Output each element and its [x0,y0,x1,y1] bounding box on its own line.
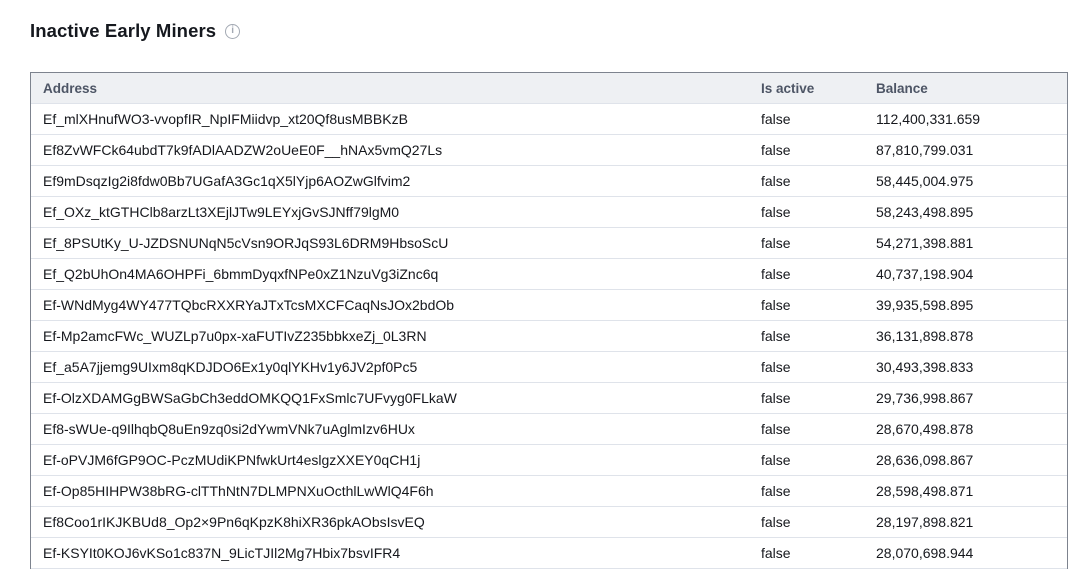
is-active-cell: false [761,266,876,282]
table-row: Ef_Q2bUhOn4MA6OHPFi_6bmmDyqxfNPe0xZ1NzuV… [31,259,1067,290]
table-row: Ef-WNdMyg4WY477TQbcRXXRYaJTxTcsMXCFCaqNs… [31,290,1067,321]
balance-cell: 87,810,799.031 [876,142,1067,158]
address-cell: Ef8ZvWFCk64ubdT7k9fADlAADZW2oUeE0F__hNAx… [31,142,761,158]
table-row: Ef_8PSUtKy_U-JZDSNUNqN5cVsn9ORJqS93L6DRM… [31,228,1067,259]
table-row: Ef_OXz_ktGTHClb8arzLt3XEjlJTw9LEYxjGvSJN… [31,197,1067,228]
table-row: Ef8-sWUe-q9IlhqbQ8uEn9zq0si2dYwmVNk7uAgl… [31,414,1067,445]
address-cell: Ef_OXz_ktGTHClb8arzLt3XEjlJTw9LEYxjGvSJN… [31,204,761,220]
address-cell: Ef-Op85HIHPW38bRG-clTThNtN7DLMPNXuOcthlL… [31,483,761,499]
is-active-cell: false [761,111,876,127]
balance-cell: 28,670,498.878 [876,421,1067,437]
table-row: Ef-oPVJM6fGP9OC-PczMUdiKPNfwkUrt4eslgzXX… [31,445,1067,476]
address-cell: Ef_mlXHnufWO3-vvopfIR_NpIFMiidvp_xt20Qf8… [31,111,761,127]
page-title: Inactive Early Miners [30,20,216,42]
balance-cell: 58,243,498.895 [876,204,1067,220]
column-header-balance: Balance [876,81,1067,96]
balance-cell: 40,737,198.904 [876,266,1067,282]
is-active-cell: false [761,173,876,189]
table-row: Ef_mlXHnufWO3-vvopfIR_NpIFMiidvp_xt20Qf8… [31,104,1067,135]
table-row: Ef9mDsqzIg2i8fdw0Bb7UGafA3Gc1qX5lYjp6AOZ… [31,166,1067,197]
title-row: Inactive Early Miners i [30,20,240,42]
address-cell: Ef-Mp2amcFWc_WUZLp7u0px-xaFUTIvZ235bbkxe… [31,328,761,344]
balance-cell: 29,736,998.867 [876,390,1067,406]
balance-cell: 39,935,598.895 [876,297,1067,313]
is-active-cell: false [761,328,876,344]
address-cell: Ef-WNdMyg4WY477TQbcRXXRYaJTxTcsMXCFCaqNs… [31,297,761,313]
is-active-cell: false [761,483,876,499]
table-header: Address Is active Balance [31,73,1067,104]
balance-cell: 28,598,498.871 [876,483,1067,499]
column-header-address: Address [31,81,761,96]
info-icon[interactable]: i [225,24,240,39]
is-active-cell: false [761,359,876,375]
balance-cell: 30,493,398.833 [876,359,1067,375]
column-header-is-active: Is active [761,81,876,96]
address-cell: Ef8-sWUe-q9IlhqbQ8uEn9zq0si2dYwmVNk7uAgl… [31,421,761,437]
table-row: Ef-Mp2amcFWc_WUZLp7u0px-xaFUTIvZ235bbkxe… [31,321,1067,352]
balance-cell: 36,131,898.878 [876,328,1067,344]
address-cell: Ef9mDsqzIg2i8fdw0Bb7UGafA3Gc1qX5lYjp6AOZ… [31,173,761,189]
table-row: Ef_a5A7jjemg9UIxm8qKDJDO6Ex1y0qlYKHv1y6J… [31,352,1067,383]
address-cell: Ef_8PSUtKy_U-JZDSNUNqN5cVsn9ORJqS93L6DRM… [31,235,761,251]
balance-cell: 28,197,898.821 [876,514,1067,530]
address-cell: Ef-oPVJM6fGP9OC-PczMUdiKPNfwkUrt4eslgzXX… [31,452,761,468]
miners-table: Address Is active Balance Ef_mlXHnufWO3-… [30,72,1068,569]
table-row: Ef8Coo1rIKJKBUd8_Op2×9Pn6qKpzK8hiXR36pkA… [31,507,1067,538]
is-active-cell: false [761,514,876,530]
is-active-cell: false [761,390,876,406]
is-active-cell: false [761,142,876,158]
is-active-cell: false [761,235,876,251]
table-row: Ef8ZvWFCk64ubdT7k9fADlAADZW2oUeE0F__hNAx… [31,135,1067,166]
table-row: Ef-KSYIt0KOJ6vKSo1c837N_9LicTJIl2Mg7Hbix… [31,538,1067,569]
table-header-row: Address Is active Balance [31,73,1067,104]
is-active-cell: false [761,421,876,437]
is-active-cell: false [761,204,876,220]
is-active-cell: false [761,545,876,561]
is-active-cell: false [761,297,876,313]
address-cell: Ef_Q2bUhOn4MA6OHPFi_6bmmDyqxfNPe0xZ1NzuV… [31,266,761,282]
address-cell: Ef_a5A7jjemg9UIxm8qKDJDO6Ex1y0qlYKHv1y6J… [31,359,761,375]
address-cell: Ef8Coo1rIKJKBUd8_Op2×9Pn6qKpzK8hiXR36pkA… [31,514,761,530]
table-body: Ef_mlXHnufWO3-vvopfIR_NpIFMiidvp_xt20Qf8… [31,104,1067,569]
table-row: Ef-OlzXDAMGgBWSaGbCh3eddOMKQQ1FxSmlc7UFv… [31,383,1067,414]
balance-cell: 28,636,098.867 [876,452,1067,468]
is-active-cell: false [761,452,876,468]
address-cell: Ef-KSYIt0KOJ6vKSo1c837N_9LicTJIl2Mg7Hbix… [31,545,761,561]
balance-cell: 112,400,331.659 [876,111,1067,127]
table-row: Ef-Op85HIHPW38bRG-clTThNtN7DLMPNXuOcthlL… [31,476,1067,507]
balance-cell: 28,070,698.944 [876,545,1067,561]
address-cell: Ef-OlzXDAMGgBWSaGbCh3eddOMKQQ1FxSmlc7UFv… [31,390,761,406]
balance-cell: 54,271,398.881 [876,235,1067,251]
balance-cell: 58,445,004.975 [876,173,1067,189]
